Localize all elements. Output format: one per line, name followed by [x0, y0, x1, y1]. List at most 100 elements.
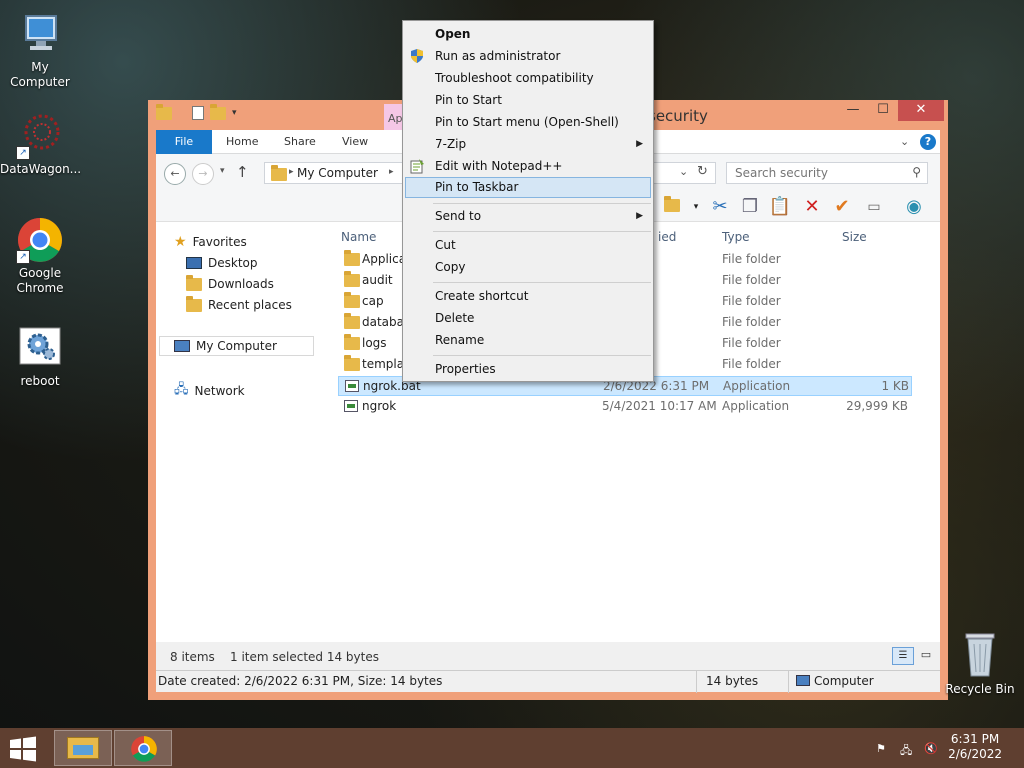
table-row[interactable]: ngrok 5/4/2021 10:17 AM Application 29,999 …: [338, 397, 912, 417]
menu-separator: [433, 231, 651, 232]
cell-type: File folder: [722, 315, 781, 329]
nav-network[interactable]: 🖧 Network: [174, 380, 245, 402]
details-view-icon[interactable]: ☰: [892, 647, 914, 665]
help-icon[interactable]: ?: [920, 134, 936, 150]
chrome-icon: ↗: [16, 216, 64, 264]
paste-icon[interactable]: 📋: [768, 196, 792, 218]
nav-desktop[interactable]: Desktop: [186, 256, 258, 270]
search-box[interactable]: ⚲: [726, 162, 928, 184]
breadcrumb-separator-icon: ▸: [289, 167, 294, 177]
taskbar-google-chrome[interactable]: [114, 730, 172, 766]
chevron-down-icon[interactable]: ⌄: [679, 165, 688, 178]
menu-item-delete[interactable]: Delete: [435, 311, 474, 325]
menu-item-pin-to-start-menu-open-shell[interactable]: Pin to Start menu (Open-Shell): [435, 115, 619, 129]
breadcrumb-separator-icon[interactable]: ▸: [389, 167, 394, 177]
network-status-icon[interactable]: 🖧: [900, 742, 914, 757]
menu-item-send-to[interactable]: Send to: [435, 209, 481, 223]
start-button[interactable]: [8, 736, 38, 762]
computer-icon: [796, 675, 810, 686]
column-header-date[interactable]: ied: [658, 230, 676, 244]
menu-item-edit-with-notepad[interactable]: Edit with Notepad++: [435, 159, 562, 173]
recent-places-icon: [186, 295, 202, 312]
cell-type: File folder: [722, 357, 781, 371]
tab-home[interactable]: Home: [212, 130, 272, 154]
desktop-icon-reboot[interactable]: reboot: [0, 324, 80, 389]
menu-item-pin-to-start[interactable]: Pin to Start: [435, 93, 502, 107]
menu-item-troubleshoot-compatibility[interactable]: Troubleshoot compatibility: [435, 71, 594, 85]
nav-downloads[interactable]: Downloads: [186, 274, 274, 291]
menu-item-run-as-administrator[interactable]: Run as administrator: [435, 49, 560, 63]
menu-item-copy[interactable]: Copy: [435, 260, 465, 274]
chevron-down-icon[interactable]: ▾: [684, 196, 708, 218]
breadcrumb[interactable]: My Computer: [297, 166, 378, 180]
up-arrow-icon[interactable]: ↑: [236, 163, 249, 181]
volume-muted-icon[interactable]: 🔇: [924, 742, 938, 755]
desktop-icon-my-computer[interactable]: My Computer: [0, 10, 80, 90]
cell-type: File folder: [722, 273, 781, 287]
desktop-icon-google-chrome[interactable]: ↗ Google Chrome: [0, 216, 80, 296]
menu-item-7-zip[interactable]: 7-Zip: [435, 137, 466, 151]
nav-recent-places[interactable]: Recent places: [186, 295, 292, 312]
rename-icon[interactable]: ▭: [862, 196, 886, 218]
folder-options-icon[interactable]: [660, 196, 684, 218]
clock[interactable]: 6:31 PM 2/6/2022: [948, 732, 1002, 762]
globe-icon[interactable]: ◉: [902, 196, 926, 218]
cut-icon[interactable]: ✂: [708, 196, 732, 218]
downloads-folder-icon: [186, 274, 202, 291]
shortcut-arrow-icon: ↗: [16, 250, 30, 264]
column-header-size[interactable]: Size: [842, 230, 867, 244]
tab-view[interactable]: View: [328, 130, 382, 154]
nav-favorites[interactable]: ★ Favorites: [174, 234, 247, 250]
file-details: Date created: 2/6/2022 6:31 PM, Size: 14…: [158, 674, 443, 688]
chevron-down-icon[interactable]: ⌄: [900, 135, 909, 148]
menu-item-cut[interactable]: Cut: [435, 238, 456, 252]
copy-icon[interactable]: ❐: [738, 196, 762, 218]
taskbar-file-explorer[interactable]: [54, 730, 112, 766]
new-folder-icon[interactable]: [210, 103, 226, 120]
folder-icon: [344, 250, 360, 266]
nav-my-computer[interactable]: My Computer: [159, 336, 314, 356]
divider: [788, 671, 789, 693]
column-header-name[interactable]: Name: [341, 230, 376, 244]
menu-item-rename[interactable]: Rename: [435, 333, 484, 347]
properties-icon[interactable]: [192, 106, 204, 120]
desktop-icon-recycle-bin[interactable]: Recycle Bin: [940, 630, 1020, 696]
delete-icon[interactable]: ✕: [800, 196, 824, 218]
application-tools-tab[interactable]: Ap: [384, 104, 404, 130]
chrome-icon: [131, 736, 157, 762]
menu-separator: [433, 355, 651, 356]
menu-item-properties[interactable]: Properties: [435, 362, 496, 376]
forward-button[interactable]: →: [192, 163, 214, 185]
cell-size: 1 KB: [881, 379, 909, 393]
search-input[interactable]: [727, 163, 897, 183]
search-icon[interactable]: ⚲: [912, 165, 921, 179]
maximize-button[interactable]: ☐: [868, 100, 898, 121]
chevron-down-icon[interactable]: ▾: [232, 108, 237, 118]
checkmark-icon[interactable]: ✔: [830, 196, 854, 218]
network-icon: 🖧: [174, 382, 189, 397]
folder-icon: [344, 292, 360, 308]
tab-share[interactable]: Share: [270, 130, 330, 154]
menu-item-create-shortcut[interactable]: Create shortcut: [435, 289, 528, 303]
folder-icon: [271, 165, 287, 181]
column-header-type[interactable]: Type: [722, 230, 750, 244]
divider: [696, 671, 697, 693]
tab-file[interactable]: File: [156, 130, 212, 154]
action-center-flag-icon[interactable]: ⚑: [876, 742, 890, 755]
desktop-icon-datawagon[interactable]: ↗ DataWagon...: [0, 112, 81, 177]
minimize-button[interactable]: —: [838, 100, 868, 121]
cell-type: Application: [722, 399, 790, 413]
menu-item-open[interactable]: Open: [435, 27, 470, 41]
recent-locations-icon[interactable]: ▾: [220, 166, 225, 176]
context-menu: Open Run as administrator Troubleshoot com…: [402, 20, 654, 382]
back-button[interactable]: ←: [164, 163, 186, 185]
close-button[interactable]: ✕: [898, 100, 944, 121]
large-icons-view-icon[interactable]: ▭: [916, 647, 936, 665]
status-bar: 8 items 1 item selected 14 bytes ☰ ▭: [156, 642, 940, 670]
computer-icon: [174, 340, 190, 352]
menu-item-pin-to-taskbar[interactable]: Pin to Taskbar: [435, 180, 518, 194]
refresh-icon[interactable]: ↻: [697, 164, 708, 179]
file-size: 14 bytes: [706, 674, 759, 688]
folder-icon: [344, 334, 360, 350]
cell-size: 29,999 KB: [846, 399, 908, 413]
